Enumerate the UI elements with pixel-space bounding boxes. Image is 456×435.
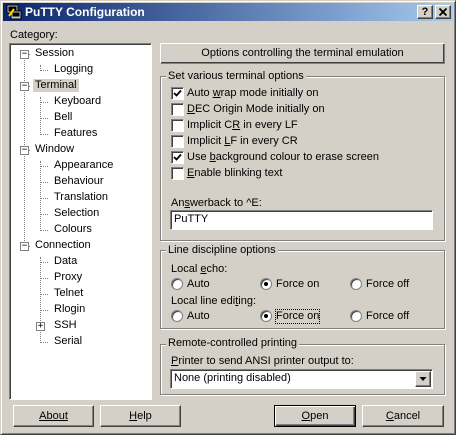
window-title: PuTTY Configuration (25, 5, 145, 19)
checkbox-label-4[interactable]: Use background colour to erase screen (187, 151, 379, 164)
checkbox-2[interactable] (171, 119, 184, 132)
checkbox-label-0[interactable]: Auto wrap mode initially on (187, 87, 318, 100)
open-button[interactable]: Open (274, 405, 356, 427)
checkbox-1[interactable] (171, 103, 184, 116)
tree-item-serial[interactable]: Serial (52, 335, 84, 348)
about-button[interactable]: About (13, 405, 94, 427)
tree-item-logging[interactable]: Logging (52, 63, 95, 76)
checkbox-label-5[interactable]: Enable blinking text (187, 167, 282, 180)
panel-header: Options controlling the terminal emulati… (160, 43, 445, 64)
checkmark-icon (173, 89, 182, 97)
local-echo-radio-1[interactable] (260, 278, 272, 290)
printing-title: Remote-controlled printing (166, 337, 300, 350)
help-button-label: Help (129, 410, 152, 422)
printer-select-value: None (printing disabled) (174, 372, 291, 384)
terminal-options-title: Set various terminal options (166, 70, 306, 83)
help-title-button[interactable]: ? (417, 5, 433, 19)
tree-item-session[interactable]: Session (33, 47, 76, 60)
local-editing-radio-1[interactable] (260, 310, 272, 322)
tree-item-translation[interactable]: Translation (52, 191, 110, 204)
checkmark-icon (173, 153, 182, 161)
about-button-label: About (39, 410, 68, 422)
local-editing-radio-0[interactable] (171, 310, 183, 322)
putty-config-window: PuTTY Configuration ? Category: − Session… (0, 0, 456, 435)
printer-label: Printer to send ANSI printer output to: (171, 355, 354, 367)
tree-item-window[interactable]: Window (33, 143, 76, 156)
local-editing-label: Local line editing: (171, 295, 257, 307)
tree-item-colours[interactable]: Colours (52, 223, 94, 236)
local-editing-radio-label-0[interactable]: Auto (187, 310, 210, 323)
line-discipline-title: Line discipline options (166, 244, 278, 257)
category-label: Category: (10, 29, 58, 41)
local-echo-radio-label-2[interactable]: Force off (366, 278, 409, 291)
checkbox-3[interactable] (171, 135, 184, 148)
tree-expander-session-minus-icon[interactable]: − (20, 50, 29, 59)
checkbox-label-3[interactable]: Implicit LF in every CR (187, 135, 298, 148)
category-tree[interactable]: − Session Logging − Terminal Keyboard Bell Feat… (9, 43, 152, 400)
local-editing-radio-label-1[interactable]: Force on (274, 309, 321, 324)
help-button[interactable]: Help (100, 405, 181, 427)
checkbox-5[interactable] (171, 167, 184, 180)
tree-item-features[interactable]: Features (52, 127, 99, 140)
tree-item-appearance[interactable]: Appearance (52, 159, 115, 172)
answerback-label: Answerback to ^E: (171, 197, 262, 209)
local-echo-label: Local echo: (171, 263, 228, 275)
open-button-label: Open (301, 410, 329, 422)
tree-item-selection[interactable]: Selection (52, 207, 101, 220)
local-echo-radio-2[interactable] (350, 278, 362, 290)
tree-item-telnet[interactable]: Telnet (52, 287, 85, 300)
tree-item-terminal[interactable]: Terminal (33, 79, 79, 92)
tree-item-ssh[interactable]: SSH (52, 319, 79, 332)
tree-expander-window-minus-icon[interactable]: − (20, 146, 29, 155)
close-icon (438, 7, 448, 17)
checkbox-label-1[interactable]: DEC Origin Mode initially on (187, 103, 325, 116)
tree-expander-terminal-minus-icon[interactable]: − (20, 82, 29, 91)
checkbox-4[interactable] (171, 151, 184, 164)
checkbox-label-2[interactable]: Implicit CR in every LF (187, 119, 298, 132)
tree-item-bell[interactable]: Bell (52, 111, 74, 124)
tree-item-proxy[interactable]: Proxy (52, 271, 84, 284)
answerback-input[interactable]: PuTTY (170, 210, 433, 230)
chevron-down-icon (419, 377, 427, 381)
tree-item-rlogin[interactable]: Rlogin (52, 303, 87, 316)
local-editing-radio-2[interactable] (350, 310, 362, 322)
local-echo-radio-0[interactable] (171, 278, 183, 290)
tree-expander-ssh-plus-icon[interactable]: + (36, 322, 45, 331)
local-editing-radio-label-2[interactable]: Force off (366, 310, 409, 323)
printer-select[interactable]: None (printing disabled) (170, 369, 433, 389)
local-echo-radio-label-1[interactable]: Force on (276, 278, 319, 291)
tree-item-keyboard[interactable]: Keyboard (52, 95, 103, 108)
tree-item-data[interactable]: Data (52, 255, 79, 268)
checkbox-0[interactable] (171, 87, 184, 100)
printer-dropdown-button[interactable] (415, 371, 431, 387)
title-bar[interactable]: PuTTY Configuration ? (3, 3, 453, 21)
tree-item-behaviour[interactable]: Behaviour (52, 175, 106, 188)
cancel-button[interactable]: Cancel (362, 405, 444, 427)
tree-expander-connection-minus-icon[interactable]: − (20, 242, 29, 251)
cancel-button-label: Cancel (385, 410, 421, 422)
local-echo-radio-label-0[interactable]: Auto (187, 278, 210, 291)
close-title-button[interactable] (435, 5, 451, 19)
putty-app-icon (6, 4, 22, 20)
tree-item-connection[interactable]: Connection (33, 239, 93, 252)
